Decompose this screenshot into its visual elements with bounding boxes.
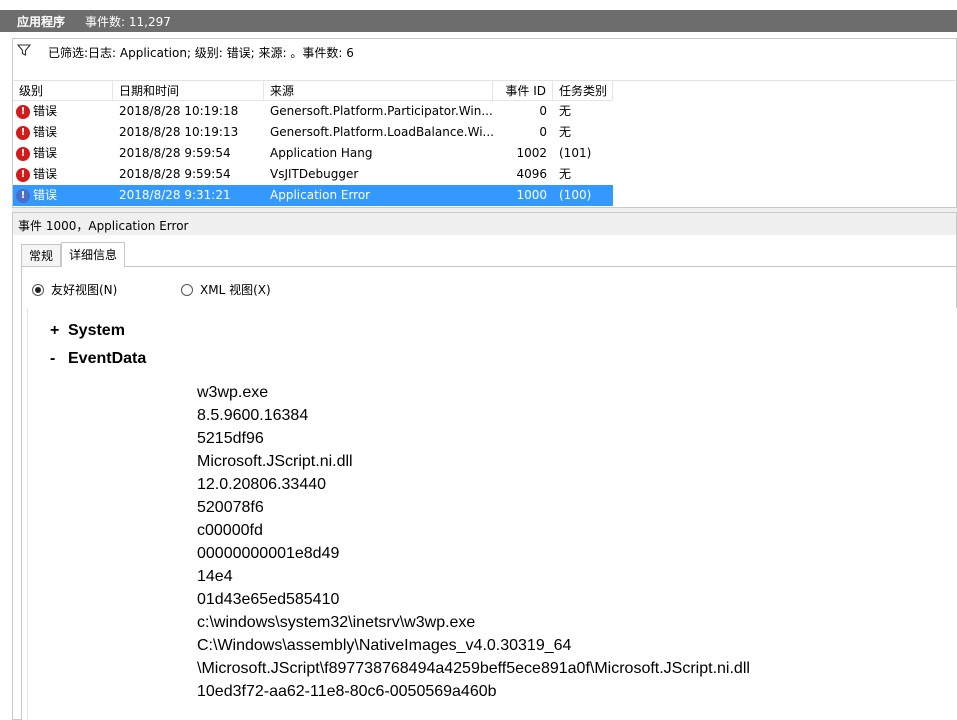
error-icon: ! <box>16 167 30 182</box>
xml-view-option[interactable]: XML 视图(X) <box>181 281 271 298</box>
cell-level: ! 错误 <box>13 185 113 206</box>
eventdata-value: 10ed3f72-aa62-11e8-80c6-0050569a460b <box>197 683 497 700</box>
eventdata-value: 01d43e65ed585410 <box>197 591 340 608</box>
xml-view-label: XML 视图(X) <box>200 283 271 297</box>
eventdata-value: Microsoft.JScript.ni.dll <box>197 453 353 470</box>
eventdata-value: 8.5.9600.16384 <box>197 407 309 424</box>
error-icon: ! <box>16 188 30 203</box>
eventdata-value: w3wp.exe <box>197 384 269 401</box>
eventdata-value: 12.0.20806.33440 <box>197 476 327 493</box>
eventdata-value: c00000fd <box>197 522 263 539</box>
detail-tabs: 常规 详细信息 <box>21 242 126 267</box>
cell-source: Application Hang <box>270 146 373 160</box>
log-name: 应用程序 <box>17 14 66 29</box>
friendly-view-radio[interactable] <box>32 283 44 296</box>
column-header-event-id[interactable]: 事件 ID <box>493 81 553 101</box>
node-system[interactable]: + System <box>50 322 125 340</box>
eventdata-value: \Microsoft.JScript\f897738768494a4259bef… <box>197 660 750 677</box>
table-row[interactable]: ! 错误 2018/8/28 9:59:54 VsJITDebugger 4096 无 <box>13 164 613 185</box>
node-eventdata[interactable]: - EventData <box>50 350 146 368</box>
cell-date: 2018/8/28 9:59:54 <box>119 167 231 181</box>
collapse-toggle[interactable]: - <box>50 350 68 368</box>
table-row[interactable]: ! 错误 2018/8/28 9:31:21 Application Error 100… <box>13 185 613 206</box>
node-eventdata-label: EventData <box>68 350 147 367</box>
cell-task-category: (100) <box>559 188 592 202</box>
log-titlebar: 应用程序 事件数: 11,297 <box>0 10 957 32</box>
cell-event-id: 4096 <box>516 167 547 181</box>
column-header-date[interactable]: 日期和时间 <box>113 81 264 101</box>
table-row[interactable]: ! 错误 2018/8/28 10:19:13 Genersoft.Platform.… <box>13 122 613 143</box>
filter-icon <box>17 44 31 56</box>
events-table: 级别 日期和时间 来源 事件 ID 任务类别 ! 错误 2018/8/28 10:1… <box>12 80 957 208</box>
column-header-source[interactable]: 来源 <box>264 81 493 101</box>
cell-event-id: 1000 <box>516 188 547 202</box>
eventdata-value: 5215df96 <box>197 430 264 447</box>
event-detail-title: 事件 1000，Application Error <box>18 219 189 233</box>
tab-details[interactable]: 详细信息 <box>61 242 126 267</box>
cell-event-id: 0 <box>539 104 547 118</box>
error-icon: ! <box>16 146 30 161</box>
friendly-view-option[interactable]: 友好视图(N) <box>32 281 117 298</box>
cell-date: 2018/8/28 10:19:13 <box>119 125 239 139</box>
cell-source: Genersoft.Platform.Participator.Win... <box>270 104 493 118</box>
cell-task-category: 无 <box>559 125 572 139</box>
cell-task-category: (101) <box>559 146 592 160</box>
cell-source: Genersoft.Platform.LoadBalance.Wi... <box>270 125 493 139</box>
filter-description: 已筛选:日志: Application; 级别: 错误; 来源: 。事件数: 6 <box>48 46 354 60</box>
table-row[interactable]: ! 错误 2018/8/28 9:59:54 Application Hang 1002… <box>13 143 613 164</box>
level-text: 错误 <box>33 185 58 206</box>
cell-event-id: 1002 <box>516 146 547 160</box>
cell-event-id: 0 <box>539 125 547 139</box>
eventdata-value: 520078f6 <box>197 499 264 516</box>
xml-view-radio[interactable] <box>181 283 193 296</box>
cell-date: 2018/8/28 10:19:18 <box>119 104 239 118</box>
tab-general[interactable]: 常规 <box>21 244 62 267</box>
cell-task-category: 无 <box>559 104 572 118</box>
eventdata-values: w3wp.exe 8.5.9600.16384 5215df96 Microsoft.… <box>197 381 750 703</box>
error-icon: ! <box>16 104 30 119</box>
table-row[interactable]: ! 错误 2018/8/28 10:19:18 Genersoft.Platform.… <box>13 101 613 122</box>
eventdata-value: 00000000001e8d49 <box>197 545 340 562</box>
cell-date: 2018/8/28 9:31:21 <box>119 188 231 202</box>
cell-level: ! 错误 <box>13 164 113 185</box>
level-text: 错误 <box>33 104 58 118</box>
cell-source: Application Error <box>270 188 371 202</box>
cell-date: 2018/8/28 9:59:54 <box>119 146 231 160</box>
table-rows: ! 错误 2018/8/28 10:19:18 Genersoft.Platform.… <box>13 101 613 206</box>
cell-level: ! 错误 <box>13 122 113 143</box>
cell-task-category: 无 <box>559 167 572 181</box>
filter-bar: 已筛选:日志: Application; 级别: 错误; 来源: 。事件数: 6 <box>12 38 957 80</box>
cell-level: ! 错误 <box>13 143 113 164</box>
node-system-label: System <box>68 322 125 339</box>
details-panel: 友好视图(N) XML 视图(X) + System - EventData w3w… <box>21 266 957 720</box>
eventdata-value: C:\Windows\assembly\NativeImages_v4.0.30… <box>197 637 572 654</box>
column-header-level[interactable]: 级别 <box>13 81 113 101</box>
cell-source: VsJITDebugger <box>270 167 359 181</box>
friendly-view-content: + System - EventData w3wp.exe 8.5.9600.1638… <box>27 308 957 720</box>
cell-level: ! 错误 <box>13 101 113 122</box>
table-header: 级别 日期和时间 来源 事件 ID 任务类别 <box>13 81 613 101</box>
expand-toggle[interactable]: + <box>50 322 68 340</box>
eventdata-value: 14e4 <box>197 568 233 585</box>
level-text: 错误 <box>33 125 58 139</box>
column-header-task-category[interactable]: 任务类别 <box>553 81 613 101</box>
level-text: 错误 <box>33 167 58 181</box>
friendly-view-label: 友好视图(N) <box>51 283 118 297</box>
level-text: 错误 <box>33 146 58 160</box>
error-icon: ! <box>16 125 30 140</box>
eventdata-value: c:\windows\system32\inetsrv\w3wp.exe <box>197 614 476 631</box>
event-detail-pane: 事件 1000，Application Error 常规 详细信息 友好视图(N… <box>12 212 957 720</box>
event-count: 事件数: 11,297 <box>85 14 171 29</box>
